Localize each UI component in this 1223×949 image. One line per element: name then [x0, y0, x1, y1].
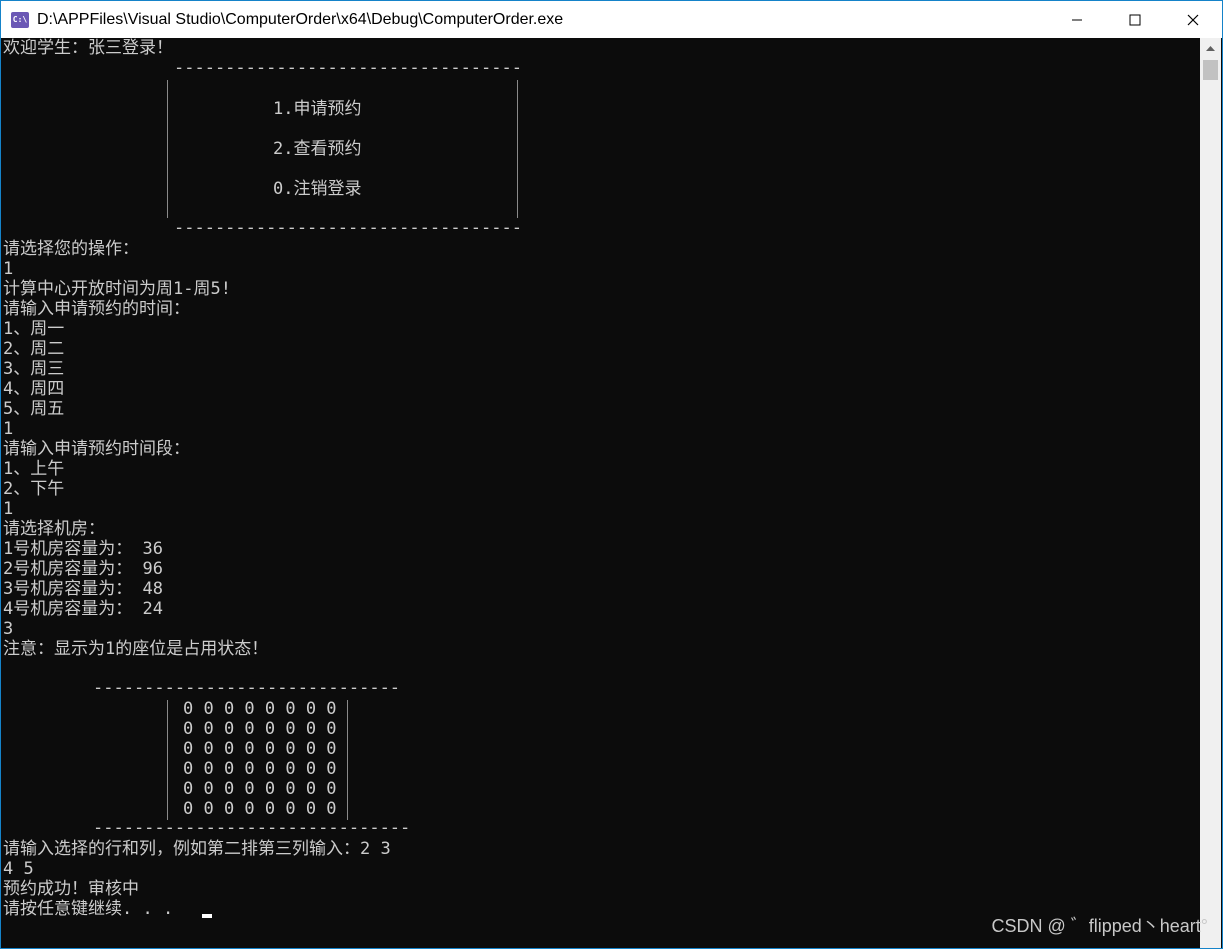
period-option: 1、上午: [3, 459, 65, 479]
scroll-up-icon: [1206, 46, 1215, 51]
day-option: 2、周二: [3, 339, 65, 359]
day-option: 3、周三: [3, 359, 65, 379]
prompt-day: 请输入申请预约的时间：: [3, 299, 190, 319]
prompt-period: 请输入申请预约时间段：: [3, 439, 190, 459]
prompt-seat: 请输入选择的行和列，例如第二排第三列输入：2 3: [3, 839, 391, 859]
room-capacity-line: 4号机房容量为： 24: [3, 599, 163, 619]
text-cursor: [202, 914, 212, 918]
welcome-line: 欢迎学生：张三登录！: [3, 38, 173, 58]
input-operation: 1: [3, 259, 14, 279]
input-day: 1: [3, 419, 14, 439]
day-option: 4、周四: [3, 379, 65, 399]
room-capacity-line: 1号机房容量为： 36: [3, 539, 163, 559]
continue-line: 请按任意键继续. . .: [3, 899, 174, 919]
seat-top-rule: ------------------------------: [93, 678, 401, 698]
room-capacity-line: 2号机房容量为： 96: [3, 559, 163, 579]
prompt-operation: 请选择您的操作：: [3, 239, 139, 259]
console-output[interactable]: 欢迎学生：张三登录！ -----------------------------…: [2, 38, 1201, 948]
csdn-watermark: CSDN @ ゛flipped丶heart°: [991, 916, 1208, 936]
input-seat: 4 5: [3, 859, 34, 879]
seat-row: 0 0 0 0 0 0 0 0: [183, 699, 337, 719]
maximize-icon: [1129, 14, 1141, 25]
input-room: 3: [3, 619, 14, 639]
seat-row: 0 0 0 0 0 0 0 0: [183, 739, 337, 759]
menu-bottom-rule: ----------------------------------: [174, 218, 522, 238]
room-capacity-line: 3号机房容量为： 48: [3, 579, 163, 599]
menu-item-view: 2.查看预约: [273, 139, 362, 159]
window-title: D:\APPFiles\Visual Studio\ComputerOrder\…: [37, 10, 564, 28]
minimize-button[interactable]: [1048, 1, 1106, 38]
seat-row: 0 0 0 0 0 0 0 0: [183, 759, 337, 779]
seat-bottom-rule: -------------------------------: [93, 818, 411, 838]
scroll-thumb[interactable]: [1203, 60, 1218, 80]
console-window: C:\ D:\APPFiles\Visual Studio\ComputerOr…: [0, 0, 1223, 949]
day-option: 1、周一: [3, 319, 65, 339]
notice-line: 注意：显示为1的座位是占用状态！: [3, 639, 269, 659]
menu-item-apply: 1.申请预约: [273, 99, 362, 119]
input-period: 1: [3, 499, 14, 519]
menu-top-rule: ----------------------------------: [174, 58, 522, 78]
maximize-button[interactable]: [1106, 1, 1164, 38]
minimize-icon: [1072, 19, 1082, 20]
success-line: 预约成功！审核中: [3, 879, 139, 899]
seat-right-border: [347, 700, 348, 820]
day-option: 5、周五: [3, 399, 65, 419]
scroll-up-button[interactable]: [1200, 39, 1221, 57]
window-controls: [1048, 1, 1222, 38]
title-bar[interactable]: C:\ D:\APPFiles\Visual Studio\ComputerOr…: [1, 1, 1222, 38]
console-app-icon: C:\: [11, 11, 29, 28]
period-option: 2、下午: [3, 479, 65, 499]
menu-item-logout: 0.注销登录: [273, 179, 362, 199]
seat-row: 0 0 0 0 0 0 0 0: [183, 719, 337, 739]
menu-left-border: [167, 80, 168, 218]
seat-row: 0 0 0 0 0 0 0 0: [183, 799, 337, 819]
seat-left-border: [167, 700, 168, 820]
close-icon: [1187, 14, 1199, 25]
menu-right-border: [517, 80, 518, 218]
prompt-room: 请选择机房：: [3, 519, 105, 539]
open-time-line: 计算中心开放时间为周1-周5!: [3, 279, 231, 299]
vertical-scrollbar[interactable]: [1200, 38, 1221, 948]
close-button[interactable]: [1164, 1, 1222, 38]
seat-row: 0 0 0 0 0 0 0 0: [183, 779, 337, 799]
